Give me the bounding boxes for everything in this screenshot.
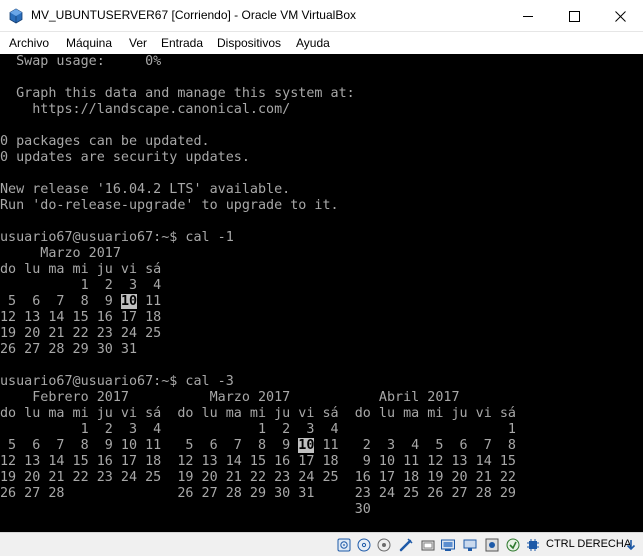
mouse-integration-icon[interactable] (505, 537, 521, 553)
close-button[interactable] (597, 0, 643, 32)
video-capture-icon[interactable] (484, 537, 500, 553)
minimize-button[interactable] (505, 0, 551, 32)
usb-icon[interactable] (420, 537, 436, 553)
console-line: 5 6 7 8 9 10 11 5 6 7 8 9 10 11 2 3 4 5 … (0, 438, 516, 453)
hard-disk-icon[interactable] (336, 537, 352, 553)
current-day-highlight: 10 (298, 438, 315, 453)
optical-drive-icon[interactable] (356, 537, 372, 553)
cpu-icon[interactable] (525, 537, 541, 553)
menu-dispositivos[interactable]: Dispositivos (217, 36, 281, 50)
maximize-button[interactable] (551, 0, 597, 32)
console-line: Marzo 2017 (0, 246, 121, 261)
console-line: 26 27 28 29 30 31 (0, 342, 138, 357)
console-line: do lu ma mi ju vi sá do lu ma mi ju vi s… (0, 406, 516, 421)
console-line: Swap usage: 0% (0, 54, 162, 69)
console-line: usuario67@usuario67:~$ cal -3 (0, 374, 234, 389)
menu-bar: Archivo Máquina Ver Entrada Dispositivos… (0, 32, 643, 54)
window-title: MV_UBUNTUSERVER67 [Corriendo] - Oracle V… (31, 8, 356, 22)
console-line: 12 13 14 15 16 17 18 (0, 310, 162, 325)
console-line: Run 'do-release-upgrade' to upgrade to i… (0, 198, 339, 213)
network-icon[interactable] (398, 537, 414, 553)
console-line: usuario67@usuario67:~$ cal -1 (0, 230, 234, 245)
console-line: 19 20 21 22 23 24 25 19 20 21 22 23 24 2… (0, 470, 516, 485)
console-line: Graph this data and manage this system a… (0, 86, 355, 101)
maximize-icon (568, 10, 580, 22)
menu-ver[interactable]: Ver (129, 36, 147, 50)
title-bar: MV_UBUNTUSERVER67 [Corriendo] - Oracle V… (0, 0, 643, 32)
current-day-highlight: 10 (120, 294, 138, 309)
vm-console-screen[interactable]: Swap usage: 0% Graph this data and manag… (0, 54, 643, 532)
console-line: 1 2 3 4 1 2 3 4 1 (0, 422, 516, 437)
console-line: 30 (0, 502, 371, 517)
close-icon (614, 10, 626, 22)
display-icon[interactable] (462, 537, 478, 553)
console-line: https://landscape.canonical.com/ (0, 102, 291, 117)
menu-maquina[interactable]: Máquina (66, 36, 112, 50)
console-line: 12 13 14 15 16 17 18 12 13 14 15 16 17 1… (0, 454, 516, 469)
menu-ayuda[interactable]: Ayuda (296, 36, 330, 50)
status-bar: CTRL DERECHA (0, 532, 643, 556)
shared-folders-icon[interactable] (440, 537, 456, 553)
console-line: 1 2 3 4 (0, 278, 162, 293)
console-line: 26 27 28 26 27 28 29 30 31 23 24 25 26 2… (0, 486, 516, 501)
host-key-label: CTRL DERECHA (546, 538, 632, 550)
menu-entrada[interactable]: Entrada (161, 36, 203, 50)
console-line: Febrero 2017 Marzo 2017 Abril 2017 (0, 390, 460, 405)
virtualbox-app-icon (9, 8, 23, 24)
audio-icon[interactable] (376, 537, 392, 553)
console-line: do lu ma mi ju vi sá (0, 262, 162, 277)
console-line: 0 packages can be updated. (0, 134, 210, 149)
console-line: 0 updates are security updates. (0, 150, 250, 165)
console-line: 19 20 21 22 23 24 25 (0, 326, 162, 341)
console-line: 5 6 7 8 9 10 11 (0, 294, 162, 309)
console-line: New release '16.04.2 LTS' available. (0, 182, 291, 197)
arrow-down-icon[interactable] (625, 537, 637, 553)
minimize-icon (522, 15, 533, 17)
menu-archivo[interactable]: Archivo (9, 36, 49, 50)
console-output: Swap usage: 0% Graph this data and manag… (0, 54, 516, 532)
